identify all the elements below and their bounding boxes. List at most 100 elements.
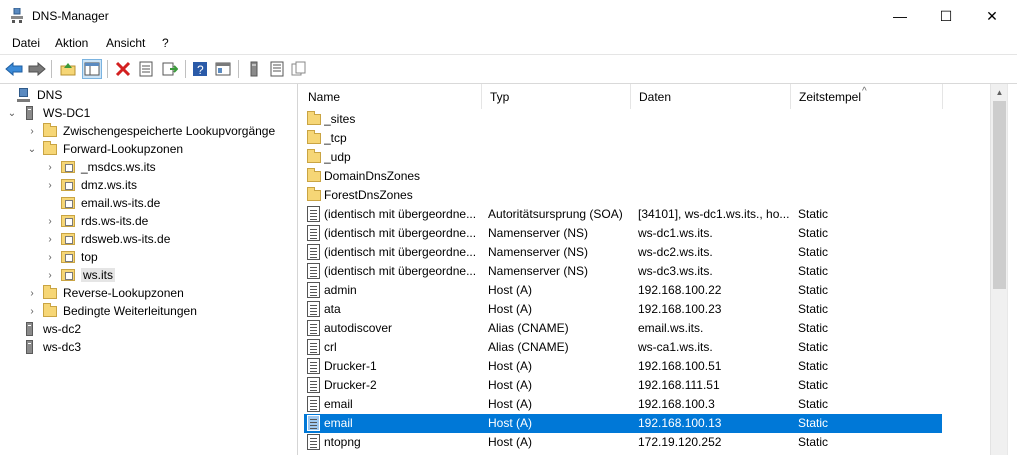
tree-item-zone[interactable]: › dmz.ws.its [44, 176, 137, 194]
scrollbar-thumb[interactable] [993, 101, 1006, 289]
scroll-up-icon[interactable]: ▲ [991, 84, 1008, 101]
up-button[interactable] [58, 59, 78, 79]
record-row[interactable]: (identisch mit übergeordne... Namenserver… [304, 243, 942, 262]
record-type: Namenserver (NS) [488, 226, 589, 240]
delete-button[interactable] [113, 59, 133, 79]
column-header-type[interactable]: Typ [482, 84, 631, 109]
record-data: ws-ca1.ws.its. [638, 340, 713, 354]
record-type: Host (A) [488, 359, 533, 373]
menu-aktion[interactable]: Aktion [55, 36, 88, 50]
server-button[interactable] [244, 59, 264, 79]
tree-item-dns[interactable]: DNS [0, 86, 62, 104]
show-hide-tree-button[interactable] [82, 59, 102, 79]
column-header-timestamp[interactable]: Zeitstempel [791, 84, 943, 109]
tree-item-cached-lookups[interactable]: › Zwischengespeicherte Lookupvorgänge [26, 122, 275, 140]
record-row-selected[interactable]: email Host (A) 192.168.100.13 Static [304, 414, 942, 433]
chevron-right-icon[interactable]: › [44, 230, 56, 248]
record-data: email.ws.its. [638, 321, 704, 335]
record-icon [307, 320, 320, 336]
column-header-data[interactable]: Daten [631, 84, 791, 109]
record-row[interactable]: autodiscover Alias (CNAME) email.ws.its. St… [304, 319, 942, 338]
tree-item-server-ws-dc2[interactable]: ws-dc2 [6, 320, 81, 338]
record-timestamp: Static [798, 283, 829, 297]
tree-item-conditional-forwarders[interactable]: › Bedingte Weiterleitungen [26, 302, 197, 320]
record-row[interactable]: admin Host (A) 192.168.100.22 Static [304, 281, 942, 300]
minimize-button[interactable]: — [877, 0, 923, 32]
console-icon [215, 62, 231, 76]
record-name: _tcp [324, 131, 347, 145]
record-icon [307, 225, 320, 241]
folder-row[interactable]: _udp [304, 148, 942, 167]
tree-item-zone-selected[interactable]: › ws.its [44, 266, 115, 284]
tree-item-reverse-zones[interactable]: › Reverse-Lookupzonen [26, 284, 184, 302]
tree-item-server-ws-dc3[interactable]: ws-dc3 [6, 338, 81, 356]
tree-label: DNS [37, 88, 63, 102]
chevron-right-icon[interactable]: › [44, 158, 56, 176]
record-row[interactable]: (identisch mit übergeordne... Autoritätsu… [304, 205, 942, 224]
record-name: ForestDnsZones [324, 188, 413, 202]
list-button[interactable] [267, 59, 287, 79]
menu-datei[interactable]: Datei [12, 36, 40, 50]
record-name: (identisch mit übergeordne... [324, 264, 477, 278]
chevron-right-icon[interactable]: › [44, 212, 56, 230]
record-row[interactable]: email Host (A) 192.168.100.3 Static [304, 395, 942, 414]
menu-ansicht[interactable]: Ansicht [106, 36, 145, 50]
chevron-down-icon[interactable]: ⌄ [26, 140, 38, 158]
copy-button[interactable] [289, 59, 309, 79]
record-row[interactable]: ntopng Host (A) 172.19.120.252 Static [304, 433, 942, 452]
record-row[interactable]: (identisch mit übergeordne... Namenserver… [304, 224, 942, 243]
tree-label: Reverse-Lookupzonen [63, 286, 184, 300]
vertical-scrollbar[interactable]: ▲ [990, 84, 1008, 455]
sort-ascending-icon: ^ [862, 86, 867, 97]
folder-row[interactable]: _tcp [304, 129, 942, 148]
dns-icon [16, 87, 32, 103]
chevron-right-icon[interactable]: › [44, 248, 56, 266]
back-button[interactable] [4, 59, 24, 79]
tree-label: ws-dc3 [43, 340, 82, 354]
record-type: Host (A) [488, 397, 533, 411]
chevron-right-icon[interactable]: › [26, 122, 38, 140]
record-row[interactable]: Drucker-1 Host (A) 192.168.100.51 Static [304, 357, 942, 376]
maximize-button[interactable]: ☐ [923, 0, 969, 32]
chevron-right-icon[interactable]: › [44, 176, 56, 194]
help-button[interactable]: ? [190, 59, 210, 79]
record-row[interactable]: ata Host (A) 192.168.100.23 Static [304, 300, 942, 319]
help-icon: ? [193, 62, 207, 77]
folder-icon [42, 303, 58, 319]
record-row[interactable]: (identisch mit übergeordne... Namenserver… [304, 262, 942, 281]
record-row[interactable]: Drucker-2 Host (A) 192.168.111.51 Static [304, 376, 942, 395]
tree-item-zone[interactable]: › _msdcs.ws.its [44, 158, 155, 176]
chevron-right-icon[interactable]: › [26, 302, 38, 320]
menu-help[interactable]: ? [162, 36, 169, 50]
folder-row[interactable]: ForestDnsZones [304, 186, 942, 205]
tree-item-zone[interactable]: email.ws-its.de [44, 194, 160, 212]
record-list: Name Typ Daten Zeitstempel _sites _tcp _ud… [300, 84, 990, 455]
tree-item-zone[interactable]: › top [44, 248, 97, 266]
record-data: 172.19.120.252 [638, 435, 722, 449]
column-header-name[interactable]: Name [300, 84, 482, 109]
console-button[interactable] [213, 59, 233, 79]
tree-item-forward-zones[interactable]: ⌄ Forward-Lookupzonen [26, 140, 183, 158]
record-timestamp: Static [798, 302, 829, 316]
folder-icon [307, 130, 321, 144]
zone-icon [60, 195, 76, 211]
close-button[interactable]: ✕ [969, 0, 1015, 32]
export-list-button[interactable] [160, 59, 180, 79]
forward-button[interactable] [27, 59, 47, 79]
tree-item-zone[interactable]: › rds.ws-its.de [44, 212, 148, 230]
server-icon [22, 339, 38, 355]
tree-item-zone[interactable]: › rdsweb.ws-its.de [44, 230, 170, 248]
folder-icon [42, 285, 58, 301]
record-name: ntopng [324, 435, 361, 449]
tree-label: rdsweb.ws-its.de [81, 232, 171, 246]
forward-icon [28, 62, 46, 76]
record-row[interactable]: crl Alias (CNAME) ws-ca1.ws.its. Static [304, 338, 942, 357]
chevron-down-icon[interactable]: ⌄ [6, 104, 18, 122]
properties-button[interactable] [136, 59, 156, 79]
folder-row[interactable]: DomainDnsZones [304, 167, 942, 186]
chevron-right-icon[interactable]: › [44, 266, 56, 284]
tree-item-server-ws-dc1[interactable]: ⌄ WS-DC1 [6, 104, 90, 122]
chevron-right-icon[interactable]: › [26, 284, 38, 302]
toolbar-separator [51, 60, 52, 78]
folder-row[interactable]: _sites [304, 110, 942, 129]
